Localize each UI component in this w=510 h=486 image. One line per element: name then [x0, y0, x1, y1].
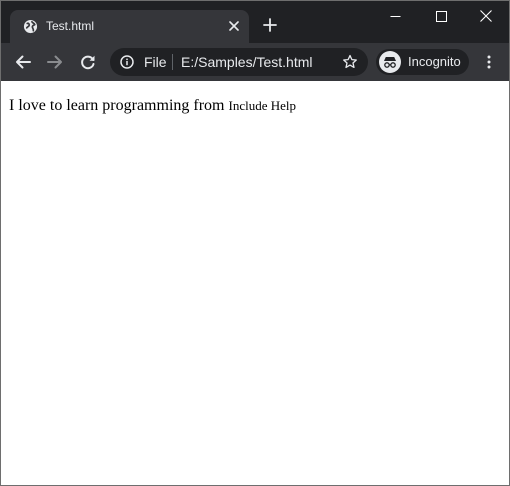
close-icon[interactable]: [463, 1, 509, 31]
page-paragraph: I love to learn programming from Include…: [9, 97, 296, 115]
tab-active[interactable]: Test.html: [10, 10, 249, 43]
page-content: I love to learn programming from Include…: [1, 81, 509, 485]
tab-title: Test.html: [46, 19, 95, 33]
browser-window: Test.html File E:/Samples/Test.html Inco…: [0, 0, 510, 486]
globe-icon: [23, 19, 38, 34]
page-text-small: Include Help: [228, 98, 297, 113]
toolbar: File E:/Samples/Test.html Incognito: [1, 43, 509, 81]
address-bar[interactable]: File E:/Samples/Test.html: [110, 48, 368, 76]
scheme-label: File: [144, 54, 167, 70]
arrow-right-icon[interactable]: [43, 50, 67, 74]
incognito-badge[interactable]: Incognito: [376, 49, 469, 75]
minimize-icon[interactable]: [372, 1, 418, 31]
page-text-main: I love to learn programming from: [9, 97, 225, 114]
incognito-icon: [379, 51, 401, 73]
title-bar: Test.html: [1, 1, 509, 43]
address-divider: [172, 54, 173, 70]
tab-close-icon[interactable]: [226, 18, 242, 34]
more-vert-icon[interactable]: [479, 52, 499, 72]
new-tab-plus-icon[interactable]: [259, 14, 281, 36]
incognito-label: Incognito: [408, 54, 461, 69]
reload-icon[interactable]: [76, 50, 100, 74]
maximize-icon[interactable]: [418, 1, 464, 31]
url-text[interactable]: E:/Samples/Test.html: [181, 54, 313, 70]
info-icon[interactable]: [120, 55, 134, 69]
arrow-left-icon[interactable]: [11, 50, 35, 74]
bookmark-star-icon[interactable]: [342, 54, 358, 70]
